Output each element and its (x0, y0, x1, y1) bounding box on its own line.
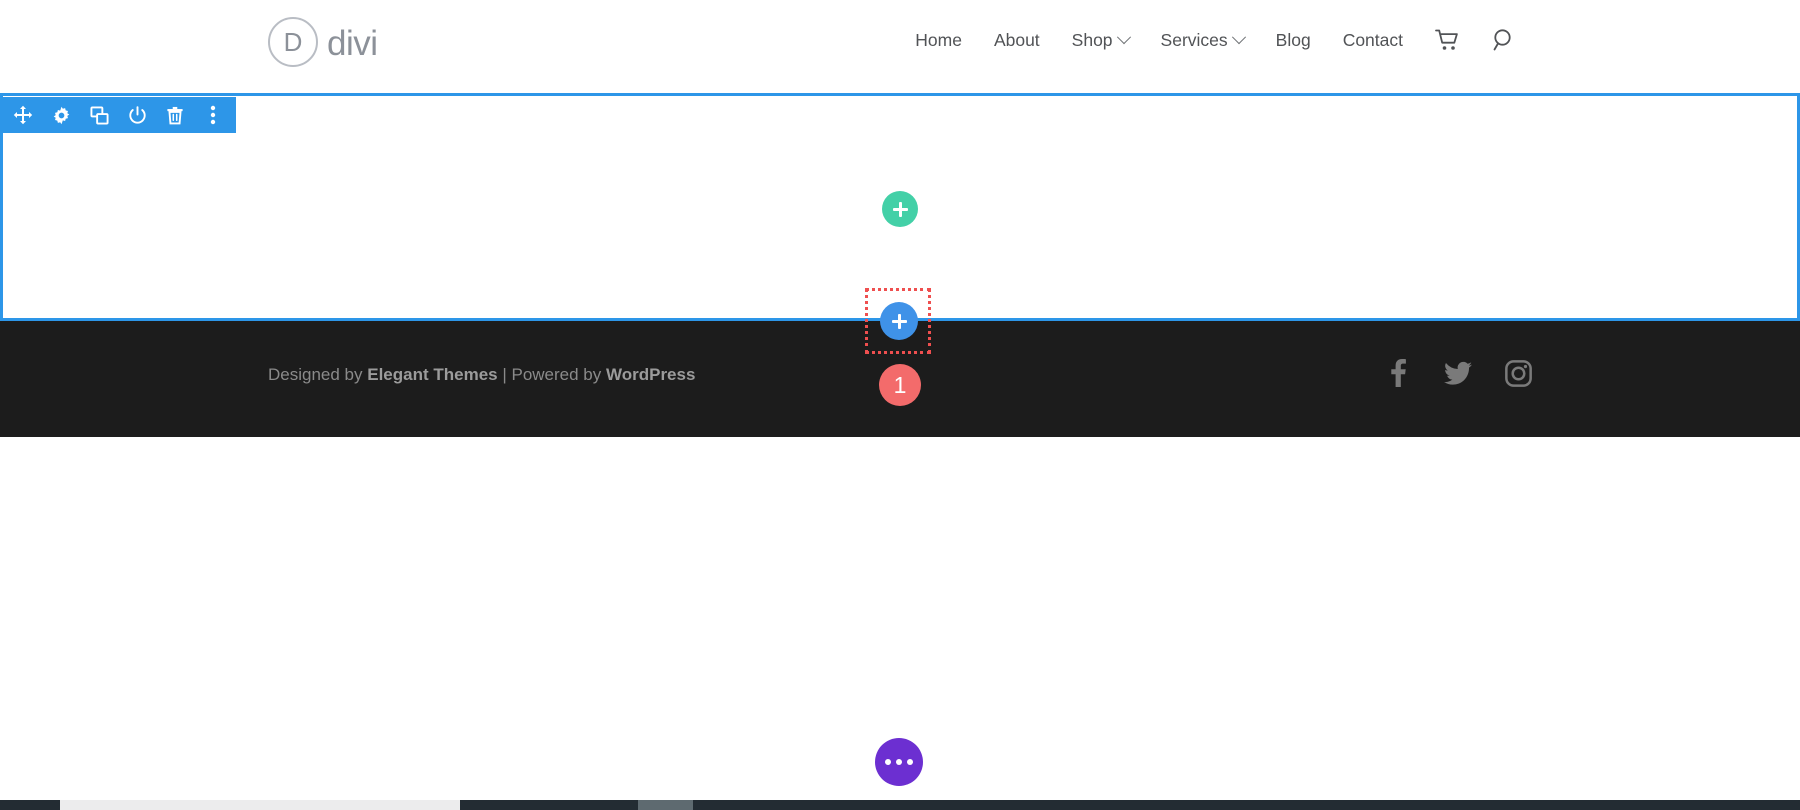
footer-credit-powered: Powered by (511, 365, 606, 384)
nav-label-home: Home (915, 29, 962, 50)
site-header: D divi Home About Shop Services Blog Con… (0, 0, 1800, 91)
nav-item-contact[interactable]: Contact (1327, 30, 1419, 51)
twitter-icon[interactable] (1444, 359, 1472, 387)
footer-credit: Designed by Elegant Themes | Powered by … (268, 365, 695, 385)
nav-label-shop: Shop (1071, 29, 1113, 50)
chevron-down-icon (1231, 30, 1246, 45)
plus-icon (891, 313, 907, 329)
builder-menu-fab[interactable] (875, 738, 923, 786)
taskbar-segment[interactable] (638, 800, 693, 810)
footer-credit-separator: | (497, 365, 512, 384)
footer-social-links (1384, 359, 1532, 387)
footer-credit-brand[interactable]: Elegant Themes (367, 365, 497, 384)
nav-item-services[interactable]: Services (1145, 30, 1260, 51)
taskbar-segment (693, 800, 1800, 810)
more-vertical-icon[interactable] (202, 104, 224, 126)
gear-icon[interactable] (50, 104, 72, 126)
trash-icon[interactable] (164, 104, 186, 126)
taskbar-segment (460, 800, 638, 810)
logo-text: divi (327, 23, 378, 63)
duplicate-icon[interactable] (88, 104, 110, 126)
chevron-down-icon (1116, 30, 1131, 45)
nav-item-blog[interactable]: Blog (1260, 30, 1327, 51)
nav-label-contact: Contact (1342, 29, 1403, 50)
plus-icon (892, 201, 908, 217)
nav-label-blog: Blog (1275, 29, 1311, 50)
facebook-icon[interactable] (1384, 359, 1412, 387)
main-navigation: Home About Shop Services Blog Contact (899, 28, 1532, 52)
os-taskbar (0, 800, 1800, 810)
nav-item-home[interactable]: Home (899, 30, 978, 51)
nav-label-about: About (993, 29, 1040, 50)
dot-icon (896, 759, 902, 765)
cart-icon[interactable] (1419, 29, 1476, 51)
dot-icon (907, 759, 913, 765)
power-icon[interactable] (126, 104, 148, 126)
logo-mark: D (283, 27, 303, 57)
logo-circle-icon: D (268, 17, 318, 67)
count-badge: 1 (879, 364, 921, 406)
add-row-button[interactable] (882, 191, 918, 227)
move-icon[interactable] (12, 104, 34, 126)
nav-item-about[interactable]: About (978, 30, 1056, 51)
add-module-button[interactable] (880, 302, 918, 340)
divi-logo[interactable]: D divi (268, 17, 378, 67)
nav-item-shop[interactable]: Shop (1056, 30, 1145, 51)
nav-label-services: Services (1160, 29, 1228, 50)
taskbar-segment (0, 800, 60, 810)
page-root: D divi Home About Shop Services Blog Con… (0, 0, 1800, 810)
instagram-icon[interactable] (1504, 359, 1532, 387)
search-icon[interactable] (1476, 28, 1532, 52)
dot-icon (885, 759, 891, 765)
section-toolbar (0, 97, 236, 133)
footer-credit-prefix: Designed by (268, 365, 368, 384)
footer-credit-platform[interactable]: WordPress (606, 365, 695, 384)
taskbar-active-window[interactable] (60, 800, 460, 810)
